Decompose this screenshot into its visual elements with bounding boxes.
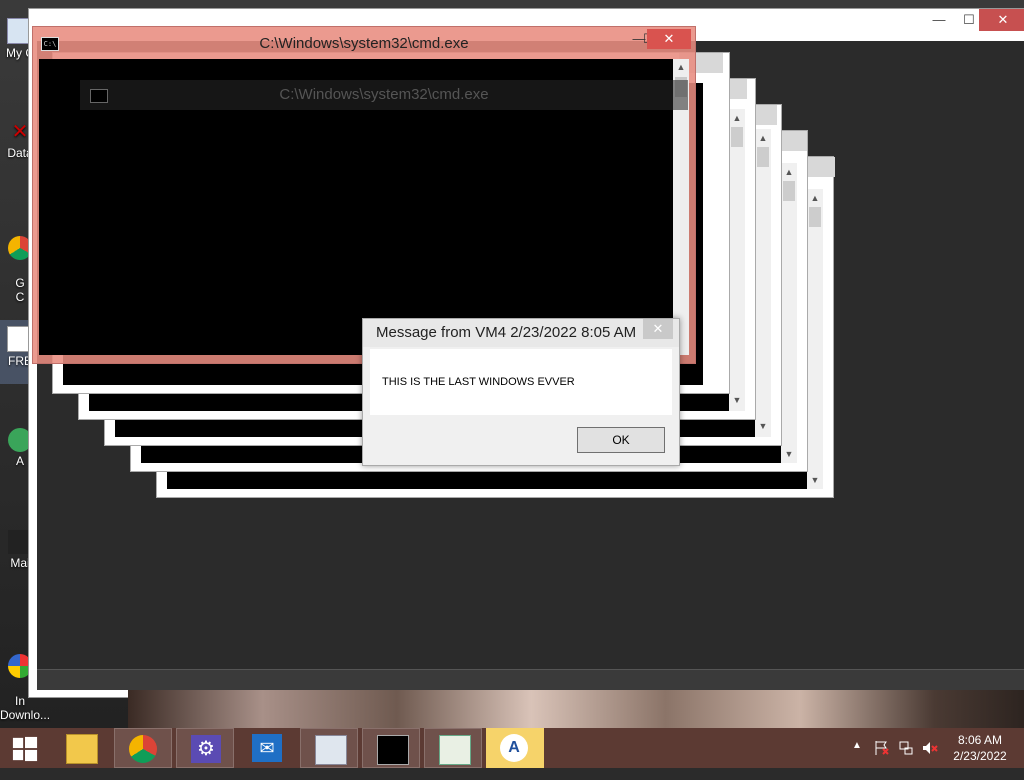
scroll-up-icon[interactable]: ▲ — [673, 59, 689, 75]
dialog-title: Message from VM4 2/23/2022 8:05 AM — [376, 324, 637, 341]
volume-muted-icon[interactable] — [922, 740, 938, 780]
title-bar[interactable]: C:\ C:\Windows\system32\cmd.exe — ☐ ✕ — [33, 27, 695, 59]
chrome-icon — [129, 735, 157, 763]
scroll-down-icon[interactable]: ▼ — [807, 473, 823, 487]
taskbar-file-explorer[interactable] — [52, 728, 110, 768]
scroll-up-icon[interactable]: ▲ — [729, 111, 745, 125]
taskbar-cmd[interactable] — [362, 728, 420, 768]
close-button[interactable]: ✕ — [647, 29, 691, 49]
cmd-window-active[interactable]: C:\ C:\Windows\system32\cmd.exe — ☐ ✕ ▲ — [32, 26, 696, 364]
message-dialog: Message from VM4 2/23/2022 8:05 AM ✕ THI… — [362, 318, 680, 466]
scroll-thumb[interactable] — [809, 207, 821, 227]
desktop-icon-label: Mai — [10, 556, 30, 570]
dialog-body: THIS IS THE LAST WINDOWS EVVER — [370, 349, 672, 415]
flag-icon — [875, 741, 889, 755]
taskbar-clock[interactable]: 8:06 AM 2/23/2022 — [940, 732, 1020, 764]
scroll-up-icon[interactable]: ▲ — [807, 191, 823, 205]
gear-icon: ⚙ — [191, 735, 221, 763]
folder-icon — [66, 734, 98, 764]
desktop: My C ✕ Data G C FRE A Mai In Downlo... —… — [0, 0, 1024, 728]
cmd-window-ghost-titlebar: C:\Windows\system32\cmd.exe — [80, 80, 688, 110]
desktop-icon-label: A — [15, 454, 24, 468]
network-icon-glyph — [899, 741, 913, 755]
taskbar-remote-app[interactable]: A — [486, 728, 544, 768]
window-title: C:\Windows\system32\cmd.exe — [259, 35, 469, 52]
action-center-flag-icon[interactable] — [874, 740, 890, 780]
taskbar-performance-monitor[interactable] — [300, 728, 358, 768]
chart-monitor-icon — [315, 735, 347, 765]
tray-up-arrow[interactable]: ▲ — [852, 740, 862, 780]
vertical-scrollbar[interactable]: ▲ ▼ — [729, 109, 745, 411]
dialog-close-button[interactable]: ✕ — [643, 319, 673, 339]
scroll-up-icon[interactable]: ▲ — [755, 131, 771, 145]
notepad-icon — [439, 735, 471, 765]
ok-button[interactable]: OK — [577, 427, 665, 453]
vertical-scrollbar[interactable]: ▲ ▼ — [781, 163, 797, 463]
app-icon: A — [500, 734, 528, 762]
mail-icon: ✉ — [252, 734, 282, 762]
dialog-title-bar[interactable]: Message from VM4 2/23/2022 8:05 AM ✕ — [363, 319, 679, 347]
windows-logo-icon — [12, 736, 38, 762]
taskbar: ⚙ ✉ A ▲ 8:06 AM 2/23/2022 — [0, 728, 1024, 768]
horizontal-scrollbar[interactable] — [37, 669, 1024, 690]
scroll-thumb[interactable] — [757, 147, 769, 167]
scroll-down-icon[interactable]: ▼ — [755, 419, 771, 433]
speaker-icon — [923, 742, 938, 754]
scroll-down-icon[interactable]: ▼ — [729, 393, 745, 407]
cmd-icon — [377, 735, 409, 765]
scroll-thumb[interactable] — [783, 181, 795, 201]
taskbar-mail[interactable]: ✉ — [238, 728, 296, 768]
taskbar-chrome[interactable] — [114, 728, 172, 768]
window-title: C:\Windows\system32\cmd.exe — [279, 86, 489, 103]
taskbar-settings[interactable]: ⚙ — [176, 728, 234, 768]
scroll-down-icon[interactable]: ▼ — [781, 447, 797, 461]
close-button[interactable]: ✕ — [979, 9, 1024, 31]
vertical-scrollbar[interactable]: ▲ ▼ — [807, 189, 823, 489]
desktop-icon-label: G C — [15, 276, 25, 304]
clock-time: 8:06 AM — [957, 733, 1003, 747]
wallpaper-image — [128, 690, 1024, 728]
start-button[interactable] — [0, 728, 50, 768]
scroll-thumb[interactable] — [731, 127, 743, 147]
clock-date: 2/23/2022 — [953, 749, 1007, 763]
vertical-scrollbar[interactable]: ▲ ▼ — [755, 129, 771, 437]
dialog-message: THIS IS THE LAST WINDOWS EVVER — [382, 376, 575, 388]
network-icon[interactable] — [898, 740, 914, 780]
taskbar-notepad[interactable] — [424, 728, 482, 768]
desktop-icon-label: In Downlo... — [0, 694, 51, 722]
scroll-up-icon[interactable]: ▲ — [781, 165, 797, 179]
